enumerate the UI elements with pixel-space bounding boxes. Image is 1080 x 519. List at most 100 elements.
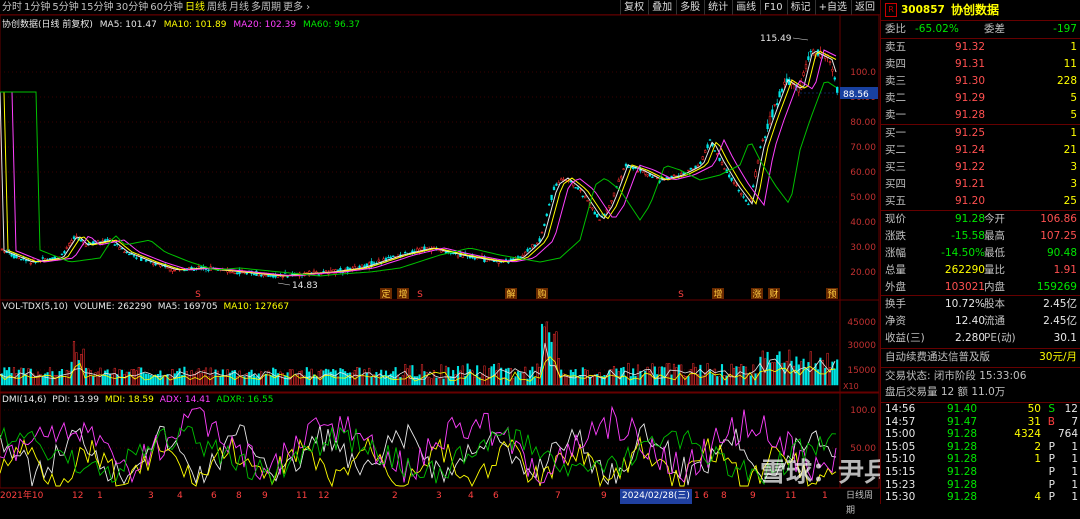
volume-bar [84,367,88,386]
weicha-value: -197 [1053,23,1077,35]
candle-body [836,86,839,93]
tick-price: 91.47 [947,415,978,428]
stat-key: 换手 [885,298,906,310]
asks-row[interactable]: 卖四 91.31 11 [881,56,1080,73]
volume-bar [713,368,716,386]
candle-body [531,244,534,248]
volume-bar [20,367,23,386]
bids-row[interactable]: 买二 91.24 21 [881,142,1080,159]
candle-body [744,199,748,202]
volume-tick: 45000 [847,318,876,328]
promo-text[interactable]: 自动续费通达信普及版 [885,349,990,366]
stat-value: -14.50% [941,247,985,259]
candle-body [231,271,234,274]
volume-bar [178,368,181,386]
candle-body [132,255,136,257]
tick-volume: 50 [1027,403,1041,415]
candle-body [48,258,52,260]
tick-row: 15:15 91.28 P 1 [881,466,1080,479]
bids-row[interactable]: 买四 91.21 3 [881,176,1080,193]
volume-bar [509,367,512,386]
candle-body [543,223,546,226]
volume-bar [216,370,220,386]
volume-bar [788,349,791,386]
candle-body [617,179,620,182]
candle-body [207,269,210,272]
candle-body [646,174,649,177]
asks-row[interactable]: 卖五 91.32 1 [881,39,1080,56]
candle-body [144,260,148,262]
bids-row[interactable]: 买三 91.22 3 [881,159,1080,176]
candle-body [687,169,690,172]
volume-bar [308,371,311,386]
candle-body [492,260,496,263]
event-mark[interactable]: S [195,290,201,300]
bids-row[interactable]: 买一 91.25 1 [881,125,1080,142]
stat-key: 现价 [885,213,906,225]
candle-body [521,255,524,258]
candle-body [322,270,325,273]
volume-bar [824,367,827,386]
event-mark[interactable]: 预 [827,289,836,300]
candle-body [579,189,582,192]
volume-bar [687,376,690,386]
asks-price: 91.29 [954,92,985,104]
candle-body [644,171,647,175]
candle-body [574,187,577,189]
asks-row[interactable]: 卖一 91.28 5 [881,107,1080,124]
volume-bar [804,368,808,386]
candle-body [761,139,764,142]
candle-body [651,176,654,178]
volume-bar [718,376,721,386]
candle-body [828,61,832,63]
tick-direction: B [1047,415,1055,428]
candle-body [3,251,6,253]
event-mark[interactable]: S [678,290,684,300]
bids-row[interactable]: 买五 91.20 25 [881,193,1080,210]
tick-count: 1 [1071,466,1078,478]
event-mark[interactable]: 增 [713,288,722,300]
kline-chart-canvas[interactable]: 100.090.0080.0070.0060.0050.0040.0030.00… [0,0,880,504]
asks-row[interactable]: 卖三 91.30 228 [881,73,1080,90]
asks-label: 卖三 [885,75,906,87]
event-mark[interactable]: 财 [769,288,778,300]
tick-time: 15:00 [885,428,916,441]
tick-direction: P [1048,440,1055,453]
promo-price[interactable]: 30元/月 [1039,349,1077,366]
volume-bar [692,363,695,386]
event-mark[interactable]: 涨 [752,289,761,300]
volume-bar [279,371,282,386]
event-mark[interactable]: 增 [398,288,407,300]
volume-bar [490,366,493,386]
candle-body [764,136,767,138]
tick-price: 91.28 [947,428,978,441]
event-mark[interactable]: S [417,290,423,300]
bids-price: 91.22 [954,161,985,173]
stat-value: -15.58 [951,230,985,242]
stat-value: 30.1 [1053,332,1077,344]
event-mark[interactable]: 定 [381,288,390,300]
price-tick: 100.0 [850,68,876,78]
period-mode[interactable]: 日线周期 [846,489,880,519]
date-tick: 11 [785,491,797,501]
candle-body [718,157,721,161]
stat-value: 107.25 [1040,230,1077,242]
tick-row: 15:30 91.28 4 P 1 [881,491,1080,504]
volume-bar [353,370,356,386]
volume-bar [514,376,517,386]
candle-body [389,256,392,259]
candle-body [713,150,716,152]
quote-panel: R 300857 协创数据 委比 -65.02% 委差 -197 卖五 91.32… [880,0,1080,504]
bids-volume: 3 [1070,161,1077,173]
candle-body [392,255,395,257]
stat-key: 外盘 [885,281,906,293]
candle-body [824,56,827,59]
event-mark[interactable]: 购 [537,288,546,300]
tick-time: 15:05 [885,440,916,453]
promo-row[interactable]: 自动续费通达信普及版 30元/月 [881,349,1080,366]
event-mark[interactable]: 解 [506,288,515,300]
tick-count: 764 [1057,428,1078,441]
bids-price: 91.25 [954,127,985,139]
asks-row[interactable]: 卖二 91.29 5 [881,90,1080,107]
candle-body [360,264,364,268]
